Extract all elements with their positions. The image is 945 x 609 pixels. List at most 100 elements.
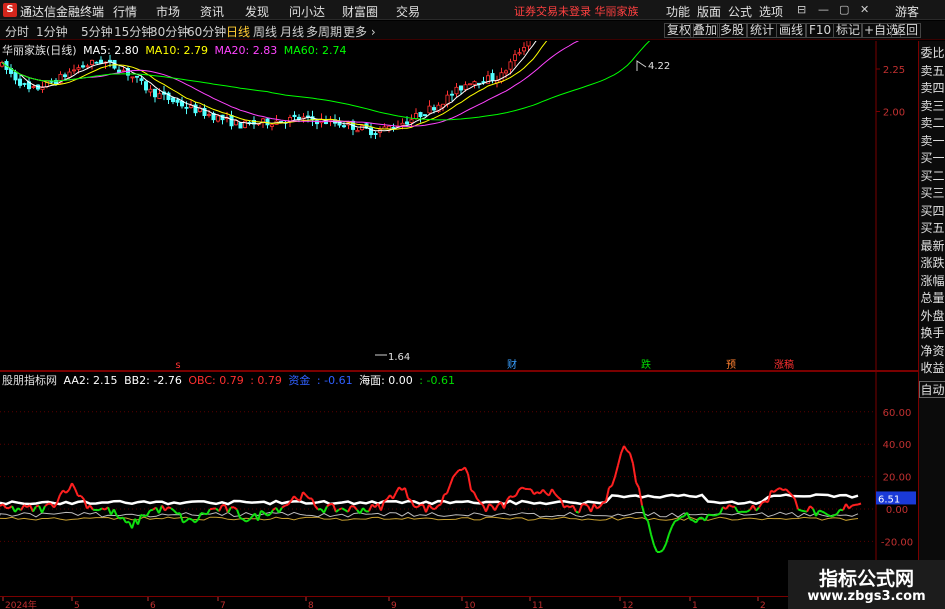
menu-item-markets[interactable]: 市场	[156, 3, 180, 20]
period-tab-5min[interactable]: 5分钟	[81, 23, 113, 40]
panel-item-ask1[interactable]: 卖一	[919, 133, 945, 151]
period-tab-more[interactable]: 更多 ›	[343, 23, 376, 40]
ma60-label: MA60: 2.74	[283, 44, 347, 57]
period-tab-daily[interactable]: 日线	[226, 23, 250, 40]
candle-up	[121, 69, 126, 72]
time-tick-label: 7	[220, 601, 226, 609]
sub-current-value: 6.51	[878, 494, 900, 505]
period-tab-weekly[interactable]: 周线	[253, 23, 277, 40]
auto-button[interactable]: 自动	[919, 380, 945, 398]
close-icon[interactable]: ✕	[860, 3, 869, 16]
login-notice[interactable]: 证券交易未登录 华丽家族	[514, 3, 639, 19]
candle-down	[117, 69, 122, 73]
panel-item-ask2[interactable]: 卖二	[919, 115, 945, 133]
statistics-button[interactable]: 统计	[747, 23, 778, 38]
period-tab-30min[interactable]: 30分钟	[150, 23, 189, 40]
restore-window-icon[interactable]: ⊟	[797, 3, 806, 16]
bb2-label: BB2: -2.76	[124, 374, 182, 387]
menu-item-news[interactable]: 资讯	[200, 3, 224, 20]
menu-item-function[interactable]: 功能	[666, 3, 690, 20]
panel-item-bid2[interactable]: 买二	[919, 168, 945, 186]
panel-item-net-assets[interactable]: 净资	[919, 343, 945, 361]
back-button[interactable]: 返回	[891, 23, 922, 38]
candle-up	[503, 70, 508, 74]
menu-item-layout[interactable]: 版面	[697, 3, 721, 20]
f10-button[interactable]: F10	[806, 23, 835, 38]
candle-up	[233, 120, 238, 126]
candlestick-chart[interactable]: 4.003.753.503.253.002.752.502.252.00 4.2…	[0, 0, 918, 371]
panel-item-latest[interactable]: 最新	[919, 238, 945, 256]
panel-item-ask3[interactable]: 卖三	[919, 98, 945, 116]
obc-segment	[818, 509, 823, 513]
draw-line-button[interactable]: 画线	[776, 23, 807, 38]
panel-item-ask4[interactable]: 卖四	[919, 80, 945, 98]
candle-up	[499, 72, 504, 82]
panel-item-bid1[interactable]: 买一	[919, 150, 945, 168]
watermark-title: 指标公式网	[818, 568, 914, 590]
indicator-chart[interactable]: 60.00 40.00 20.00 0.00 -20.00 6.51 股朋指标网 AA2:…	[0, 371, 918, 596]
price-tick-label: 2.25	[883, 65, 905, 76]
panel-item-bid3[interactable]: 买三	[919, 185, 945, 203]
panel-item-earnings[interactable]: 收益	[919, 360, 945, 378]
minimize-icon[interactable]: —	[818, 3, 829, 16]
menu-item-formula[interactable]: 公式	[728, 3, 752, 20]
candle-down	[184, 106, 189, 109]
panel-item-change-pct[interactable]: 涨幅	[919, 273, 945, 291]
candle-down	[13, 71, 18, 81]
obc-segment	[266, 513, 271, 517]
period-tab-60min[interactable]: 60分钟	[187, 23, 226, 40]
candle-up	[72, 69, 77, 72]
menu-item-ask[interactable]: 问小达	[289, 3, 325, 20]
panel-item-bid-ratio[interactable]: 委比	[919, 45, 945, 63]
maximize-icon[interactable]: ▢	[839, 3, 849, 16]
candle-up	[206, 114, 211, 116]
time-tick-label: 12	[622, 601, 633, 609]
panel-item-ask5[interactable]: 卖五	[919, 63, 945, 81]
overlay-button[interactable]: 叠加	[690, 23, 721, 38]
period-tab-monthly[interactable]: 月线	[280, 23, 304, 40]
obc-segment	[149, 508, 154, 512]
candle-up	[157, 93, 162, 99]
panel-item-change[interactable]: 涨跌	[919, 255, 945, 273]
period-tab-1min[interactable]: 1分钟	[36, 23, 68, 40]
candle-down	[265, 118, 270, 126]
candle-down	[458, 85, 463, 91]
sub-tick-label: 0.00	[886, 505, 908, 516]
obc-segment	[566, 504, 571, 509]
candle-down	[17, 78, 22, 86]
obc-segment	[851, 503, 856, 507]
menu-item-options[interactable]: 选项	[759, 3, 783, 20]
period-tab-15min[interactable]: 15分钟	[114, 23, 153, 40]
main-legend: 华丽家族(日线) MA5: 2.80 MA10: 2.79 MA20: 2.83…	[2, 42, 349, 58]
obc-segment	[713, 514, 718, 517]
obc-segment	[680, 515, 685, 519]
obc-segment	[284, 503, 289, 507]
indicator-plot[interactable]: 60.00 40.00 20.00 0.00 -20.00 6.51	[0, 371, 918, 596]
period-tab-intraday[interactable]: 分时	[5, 23, 29, 40]
candlestick-plot[interactable]: 4.003.753.503.253.002.752.502.252.00 4.2…	[0, 0, 918, 371]
candle-up	[148, 88, 153, 93]
indicator-name: 股朋指标网	[2, 374, 57, 387]
panel-item-outer[interactable]: 外盘	[919, 308, 945, 326]
menu-item-trade[interactable]: 交易	[396, 3, 420, 20]
candle-up	[472, 81, 477, 85]
menu-item-discover[interactable]: 发现	[245, 3, 269, 20]
obc-segment	[827, 514, 832, 518]
multi-stock-button[interactable]: 多股	[717, 23, 748, 38]
candle-down	[143, 81, 148, 91]
candle-down	[63, 74, 68, 78]
period-tab-multi[interactable]: 多周期	[306, 23, 342, 40]
panel-item-turnover[interactable]: 换手	[919, 325, 945, 343]
guest-user[interactable]: 游客	[895, 3, 919, 20]
menu-item-market[interactable]: 行情	[113, 3, 137, 20]
low-price-label: 1.64	[388, 352, 410, 363]
panel-item-volume[interactable]: 总量	[919, 290, 945, 308]
panel-item-bid4[interactable]: 买四	[919, 203, 945, 221]
menu-item-wealth[interactable]: 财富圈	[342, 3, 378, 20]
sub-tick-label: -20.00	[881, 537, 913, 548]
candle-up	[40, 87, 45, 90]
quote-side-panel: 委比 卖五 卖四 卖三 卖二 卖一 买一 买二 买三 买四 买五 最新 涨跌 涨…	[918, 41, 945, 609]
panel-item-bid5[interactable]: 买五	[919, 220, 945, 238]
mark-button[interactable]: 标记	[833, 23, 864, 38]
aa2-label: AA2: 2.15	[63, 374, 118, 387]
